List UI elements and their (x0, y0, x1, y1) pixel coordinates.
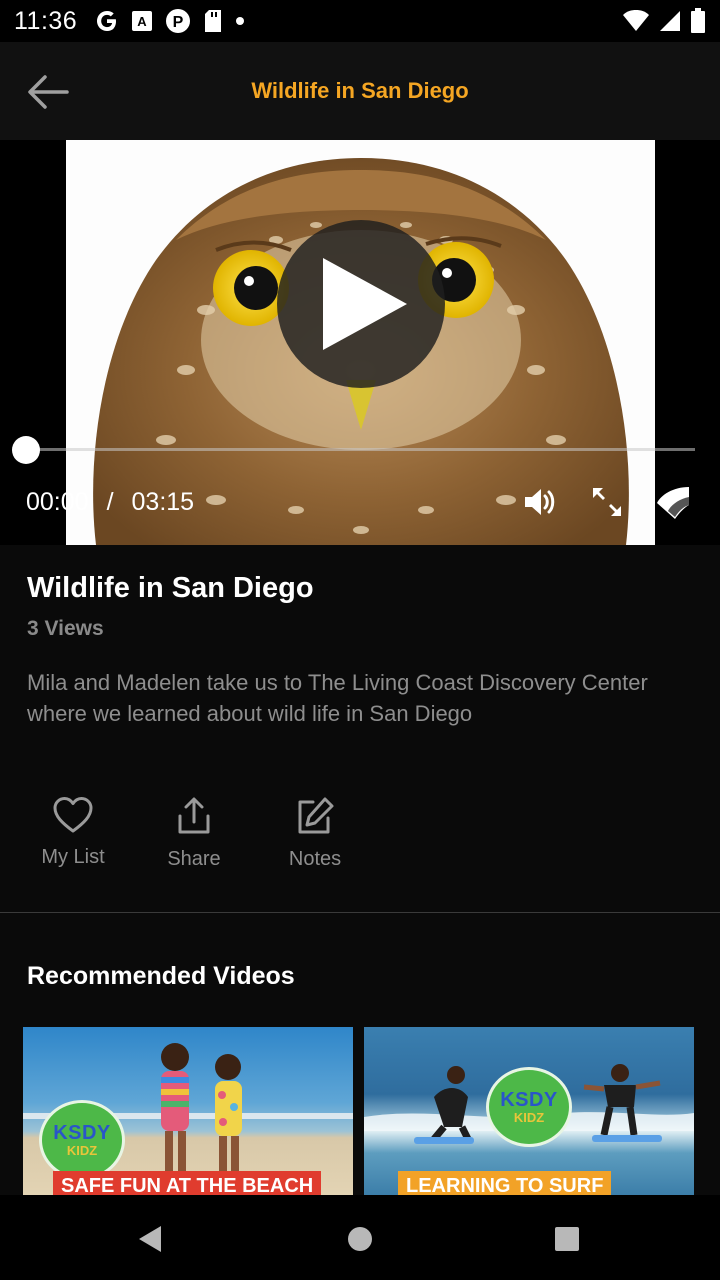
seek-thumb[interactable] (12, 436, 40, 464)
back-button[interactable] (22, 70, 74, 114)
play-button[interactable] (277, 220, 445, 388)
nav-home-button[interactable] (338, 1217, 382, 1261)
share-label: Share (167, 848, 221, 870)
google-icon (97, 11, 117, 31)
fullscreen-button[interactable] (585, 480, 629, 524)
thumbnail-caption: SAFE FUN AT THE BEACH (53, 1171, 322, 1195)
wifi-icon (623, 10, 649, 31)
recommended-title: Recommended Videos (27, 962, 295, 990)
share-button[interactable]: Share (139, 796, 249, 871)
ksdy-kidz-logo: KSDY KIDZ (39, 1100, 125, 1180)
dot-icon (236, 17, 245, 25)
time-readout: 00:00 / 03:15 (26, 488, 194, 517)
cast-button[interactable] (652, 480, 696, 524)
cast-icon (657, 487, 689, 519)
nav-home-icon (348, 1227, 372, 1251)
volume-button[interactable] (517, 480, 561, 524)
duration: 03:15 (131, 488, 195, 516)
notes-label: Notes (288, 848, 342, 870)
view-count: 3 Views (27, 617, 104, 640)
current-time: 00:00 (26, 488, 89, 516)
action-row: My List Share Notes (0, 796, 720, 886)
status-time: 11:36 (14, 6, 78, 35)
thumbnail-caption: LEARNING TO SURF (398, 1171, 612, 1195)
my-list-label: My List (41, 846, 105, 868)
volume-icon (525, 489, 555, 515)
arrow-left-icon (28, 75, 69, 109)
recommended-video-card[interactable]: KSDY KIDZ SAFE FUN AT THE BEACH (23, 1027, 353, 1195)
edit-icon (298, 797, 334, 834)
status-bar: 11:36 A P (0, 0, 720, 42)
video-details: Wildlife in San Diego 3 Views Mila and M… (27, 572, 693, 729)
app-bar: Wildlife in San Diego (0, 42, 720, 140)
system-nav-bar (0, 1195, 720, 1280)
notes-button[interactable]: Notes (260, 796, 370, 871)
sd-card-icon (205, 10, 222, 32)
nav-back-icon (139, 1226, 161, 1252)
svg-text:A: A (138, 14, 148, 29)
text-a-icon: A (132, 11, 153, 31)
time-separator: / (106, 488, 114, 516)
fullscreen-icon (593, 488, 621, 516)
battery-icon (691, 8, 705, 33)
page-title: Wildlife in San Diego (251, 78, 469, 103)
video-title: Wildlife in San Diego (27, 572, 314, 604)
status-notification-icons: A P (95, 8, 245, 34)
signal-icon (660, 11, 680, 31)
video-description: Mila and Madelen take us to The Living C… (27, 670, 648, 726)
nav-recents-icon (555, 1227, 579, 1251)
my-list-button[interactable]: My List (18, 796, 128, 869)
ksdy-kidz-logo: KSDY KIDZ (486, 1067, 572, 1147)
nav-recents-button[interactable] (545, 1217, 589, 1261)
svg-text:P: P (173, 14, 184, 31)
recommended-video-card[interactable]: KSDY KIDZ LEARNING TO SURF (364, 1027, 694, 1195)
video-player[interactable]: 00:00 / 03:15 (0, 140, 720, 545)
p-badge-icon: P (166, 9, 191, 33)
divider (0, 912, 720, 913)
play-icon (323, 258, 407, 350)
seek-bar[interactable] (26, 448, 695, 451)
heart-icon (53, 797, 93, 833)
share-icon (178, 797, 210, 834)
status-system-icons (622, 8, 706, 34)
nav-back-button[interactable] (128, 1217, 172, 1261)
